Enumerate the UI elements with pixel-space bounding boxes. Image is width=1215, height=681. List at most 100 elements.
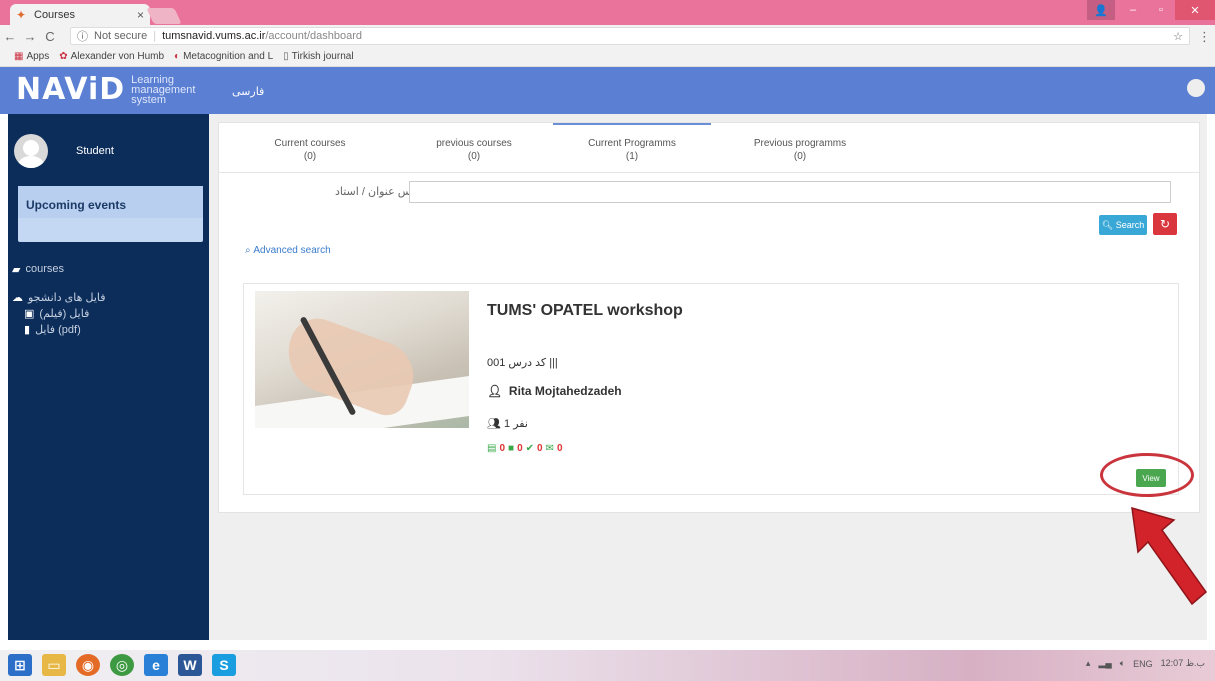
windows-start-icon[interactable]: ⊞ [8, 654, 32, 676]
sidebar-username: Student [76, 145, 114, 157]
course-participants: 👥︎ 1 نفر [487, 418, 528, 430]
course-stats: ▤ 0 ■ 0 ✔ 0 ✉ 0 [487, 443, 563, 454]
tab-current-programs[interactable]: Current Programms (1) [547, 123, 717, 163]
taskbar-apps: ⊞ ▭ ◉ ◎ e W S [8, 654, 236, 676]
search-input[interactable] [409, 181, 1171, 203]
bookmark-star-icon[interactable]: ☆ [1173, 30, 1183, 43]
envelope-icon: ✉ [545, 443, 554, 454]
stat-sessions: 0 [499, 443, 506, 454]
sidebar-item-courses[interactable]: ▰ courses [12, 261, 106, 277]
course-image [255, 291, 469, 428]
language-link[interactable]: فارسی [232, 85, 264, 98]
film-icon: ▣ [24, 307, 35, 320]
bookmark-metacognition[interactable]: ◐ Metacognition and L [174, 51, 273, 62]
bookmark-journal[interactable]: ▯ Tirkish journal [283, 51, 353, 62]
language-indicator[interactable]: ENG [1133, 659, 1153, 669]
tab-title: Courses [34, 8, 75, 21]
profile-icon[interactable]: 👤 [1087, 0, 1115, 20]
upcoming-events-panel: Upcoming events [18, 186, 203, 242]
apps-grid-icon: ▦ [14, 51, 24, 62]
file-explorer-icon[interactable]: ▭ [42, 654, 66, 676]
bookmark-icon: ◐ [174, 51, 181, 62]
annotation-circle [1100, 453, 1194, 497]
info-icon[interactable]: ⓘ [77, 28, 88, 44]
tab-current-courses[interactable]: Current courses (0) [225, 137, 395, 163]
user-icon: 👤︎ [487, 384, 503, 398]
tray-chevron-icon[interactable]: ▴ [1086, 658, 1091, 669]
reload-icon[interactable]: C [40, 29, 60, 44]
tab-previous-programs[interactable]: Previous programms (0) [715, 137, 885, 163]
avatar [14, 134, 48, 168]
close-window-button[interactable]: ✕ [1175, 0, 1215, 20]
upcoming-events-title: Upcoming events [18, 186, 203, 218]
course-item: TUMS' OPATEL workshop ||| کد درس 001 👤︎ … [243, 283, 1179, 495]
folder-icon: ■ [508, 443, 515, 454]
new-tab-button[interactable] [146, 8, 182, 24]
site-favicon-icon: ✦ [16, 7, 27, 22]
course-teacher: 👤︎ Rita Mojtahedzadeh [487, 384, 622, 398]
browser-menu-icon[interactable]: ⋮ [1198, 29, 1211, 45]
main-content: Current courses (0) previous courses (0) C… [209, 114, 1207, 640]
os-taskbar: ⊞ ▭ ◉ ◎ e W S ▴ ▂▄ 🔈︎ ENG 12:07 ب.ظ [0, 650, 1215, 681]
bookmarks-bar: ▦ Apps ✿ Alexander von Humb ◐ Metacognition… [0, 47, 1215, 67]
clock[interactable]: 12:07 ب.ظ [1161, 658, 1205, 669]
bookmark-icon: ✿ [59, 51, 68, 62]
advanced-search-link[interactable]: ⌕ Advanced search [245, 245, 331, 256]
book-icon: ▰ [12, 263, 21, 276]
course-title[interactable]: TUMS' OPATEL workshop [487, 302, 683, 320]
stat-completed: 0 [537, 443, 543, 454]
stat-files: 0 [517, 443, 523, 454]
search-icon: 🔍︎ [1101, 219, 1114, 230]
course-code: ||| کد درس 001 [487, 357, 558, 369]
network-icon[interactable]: ▂▄ [1098, 658, 1111, 669]
forward-icon[interactable]: → [20, 29, 40, 44]
navid-logo[interactable]: NAViD Learning management system [16, 72, 196, 107]
users-icon: 👥︎ [487, 418, 501, 430]
word-icon[interactable]: W [178, 654, 202, 676]
program-tabs: Current courses (0) previous courses (0) C… [219, 123, 1199, 173]
annotation-arrow [1131, 506, 1208, 606]
browser-tab[interactable]: ✦ Courses × [10, 4, 150, 25]
address-toolbar: ← → C ⓘ Not secure | tumsnavid.vums.ac.i… [0, 25, 1215, 47]
refresh-icon: ↻ [1159, 217, 1171, 231]
search-button[interactable]: 🔍︎ Search [1099, 215, 1147, 235]
sidebar-item-pdf-files[interactable]: ▮ فایل (pdf) [24, 321, 106, 337]
skype-icon[interactable]: S [212, 654, 236, 676]
bookmark-apps[interactable]: ▦ Apps [14, 51, 49, 62]
url-bar[interactable]: ⓘ Not secure | tumsnavid.vums.ac.ir /acc… [70, 27, 1190, 45]
check-icon: ✔ [525, 443, 535, 454]
close-tab-icon[interactable]: × [137, 8, 144, 22]
user-menu-icon[interactable] [1187, 79, 1205, 97]
page-icon: ▯ [283, 51, 289, 62]
table-icon: ▤ [487, 443, 497, 454]
logo-wordmark: NAViD [16, 72, 126, 107]
sidebar-item-video-files[interactable]: ▣ (فایل (فیلم [24, 305, 106, 321]
app-header: NAViD Learning management system فارسی [0, 67, 1215, 114]
back-icon[interactable]: ← [0, 29, 20, 44]
stat-messages: 0 [556, 443, 563, 454]
window-controls: 👤 – ▫ ✕ [1087, 0, 1215, 20]
sidebar: Student Upcoming events ▰ courses ☁ فایل… [8, 114, 209, 640]
minimize-button[interactable]: – [1119, 0, 1147, 20]
logo-subtitle: Learning management system [131, 74, 196, 106]
security-label: Not secure [94, 30, 148, 42]
sidebar-nav: ▰ courses ☁ فایل های دانشجو ▣ (فایل (فیل… [12, 261, 106, 337]
firefox-icon[interactable]: ◉ [76, 654, 100, 676]
reset-button[interactable]: ↻ [1153, 213, 1177, 235]
volume-icon[interactable]: 🔈︎ [1120, 658, 1125, 669]
url-path: /account/dashboard [265, 30, 363, 42]
browser-titlebar: ✦ Courses × 👤 – ▫ ✕ [0, 0, 1215, 25]
bookmark-humboldt[interactable]: ✿ Alexander von Humb [59, 51, 164, 62]
sidebar-user: Student [14, 134, 114, 168]
cloud-icon: ☁ [12, 291, 23, 304]
sidebar-item-student-files[interactable]: ☁ فایل های دانشجو [12, 289, 106, 305]
tab-previous-courses[interactable]: previous courses (0) [389, 137, 559, 163]
search-icon: ⌕ [245, 245, 251, 256]
chrome-icon[interactable]: ◎ [110, 654, 134, 676]
maximize-button[interactable]: ▫ [1147, 0, 1175, 20]
url-separator: | [153, 30, 157, 42]
ie-icon[interactable]: e [144, 654, 168, 676]
system-tray: ▴ ▂▄ 🔈︎ ENG 12:07 ب.ظ [1086, 658, 1205, 669]
barcode-icon: ||| [549, 357, 558, 369]
dashboard-card: Current courses (0) previous courses (0) C… [218, 122, 1200, 513]
